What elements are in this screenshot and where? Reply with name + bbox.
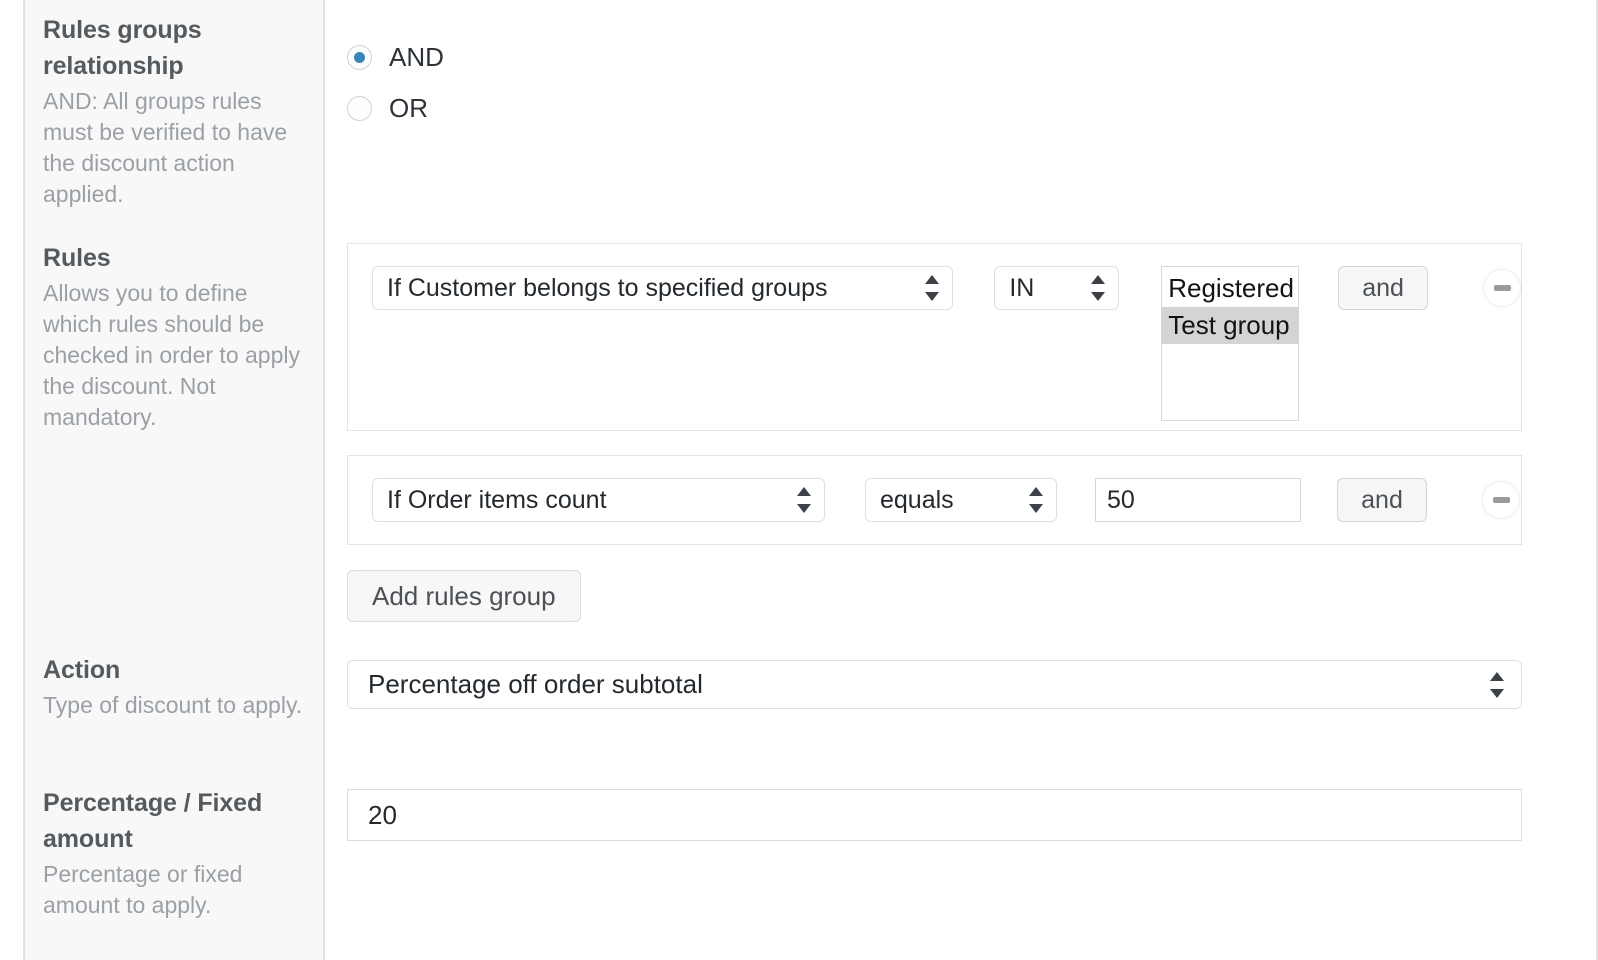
multiselect-option[interactable]: Registered bbox=[1162, 270, 1298, 307]
rule-group-1: If Customer belongs to specified groups … bbox=[347, 243, 1522, 431]
sidebar-section-title: Action bbox=[43, 656, 121, 684]
rule-join-button-1[interactable]: and bbox=[1338, 266, 1429, 310]
sidebar-section-description: AND: All groups rules must be verified t… bbox=[43, 88, 288, 207]
remove-rule-button-1[interactable] bbox=[1483, 269, 1522, 307]
chevron-updown-icon bbox=[1490, 671, 1504, 698]
rule-operator-value: equals bbox=[880, 485, 954, 514]
multiselect-option-selected[interactable]: Test group bbox=[1162, 307, 1299, 344]
chevron-updown-icon bbox=[1029, 487, 1043, 513]
rule-condition-value: If Order items count bbox=[387, 485, 607, 514]
sidebar-section-action: Action Type of discount to apply. bbox=[43, 652, 311, 721]
rule-value-input-2[interactable]: 50 bbox=[1095, 478, 1301, 522]
rule-row: If Order items count equals 50 and bbox=[348, 456, 1521, 522]
settings-main-panel: AND OR If Customer belongs to specified … bbox=[325, 0, 1598, 960]
rule-condition-select-2[interactable]: If Order items count bbox=[372, 478, 825, 522]
rule-operator-select-1[interactable]: IN bbox=[994, 266, 1120, 310]
left-gutter bbox=[0, 0, 23, 960]
radio-option-or[interactable]: OR bbox=[347, 93, 428, 124]
radio-or-label: OR bbox=[389, 93, 428, 123]
radio-option-and[interactable]: AND bbox=[347, 42, 444, 73]
add-rules-group-button[interactable]: Add rules group bbox=[347, 570, 581, 622]
rule-operator-value: IN bbox=[1009, 273, 1035, 302]
action-type-value: Percentage off order subtotal bbox=[368, 669, 703, 699]
sidebar-section-rules-groups-relationship: Rules groups relationship AND: All group… bbox=[43, 12, 311, 210]
radio-and-input[interactable] bbox=[347, 45, 372, 70]
action-type-select[interactable]: Percentage off order subtotal bbox=[347, 660, 1522, 709]
sidebar-section-percentage-fixed-amount: Percentage / Fixed amount Percentage or … bbox=[43, 785, 311, 921]
sidebar-section-title: Rules groups relationship bbox=[43, 16, 202, 80]
sidebar-section-title: Percentage / Fixed amount bbox=[43, 789, 263, 853]
rule-row: If Customer belongs to specified groups … bbox=[348, 244, 1522, 421]
sidebar-section-description: Allows you to define which rules should … bbox=[43, 280, 300, 430]
chevron-updown-icon bbox=[797, 487, 811, 513]
remove-rule-button-2[interactable] bbox=[1482, 481, 1520, 519]
rule-condition-value: If Customer belongs to specified groups bbox=[387, 273, 828, 302]
minus-circle-icon bbox=[1493, 285, 1511, 291]
sidebar-section-title: Rules bbox=[43, 244, 111, 272]
rule-condition-select-1[interactable]: If Customer belongs to specified groups bbox=[372, 266, 954, 310]
rule-group-2: If Order items count equals 50 and bbox=[347, 455, 1522, 545]
chevron-updown-icon bbox=[925, 275, 940, 301]
chevron-updown-icon bbox=[1091, 275, 1106, 301]
amount-input[interactable]: 20 bbox=[347, 789, 1522, 841]
sidebar-section-description: Percentage or fixed amount to apply. bbox=[43, 861, 243, 918]
radio-or-input[interactable] bbox=[347, 96, 372, 121]
rule-operator-select-2[interactable]: equals bbox=[865, 478, 1057, 522]
minus-circle-icon bbox=[1492, 497, 1510, 503]
discount-rules-settings-page: Rules groups relationship AND: All group… bbox=[0, 0, 1598, 960]
sidebar-section-rules: Rules Allows you to define which rules s… bbox=[43, 240, 311, 433]
rule-join-button-2[interactable]: and bbox=[1337, 478, 1427, 522]
rule-value-multiselect-1[interactable]: Registered Test group bbox=[1161, 266, 1300, 421]
radio-selected-dot bbox=[354, 52, 365, 63]
radio-and-label: AND bbox=[389, 42, 444, 72]
sidebar-section-description: Type of discount to apply. bbox=[43, 692, 303, 718]
settings-sidebar: Rules groups relationship AND: All group… bbox=[23, 0, 325, 960]
